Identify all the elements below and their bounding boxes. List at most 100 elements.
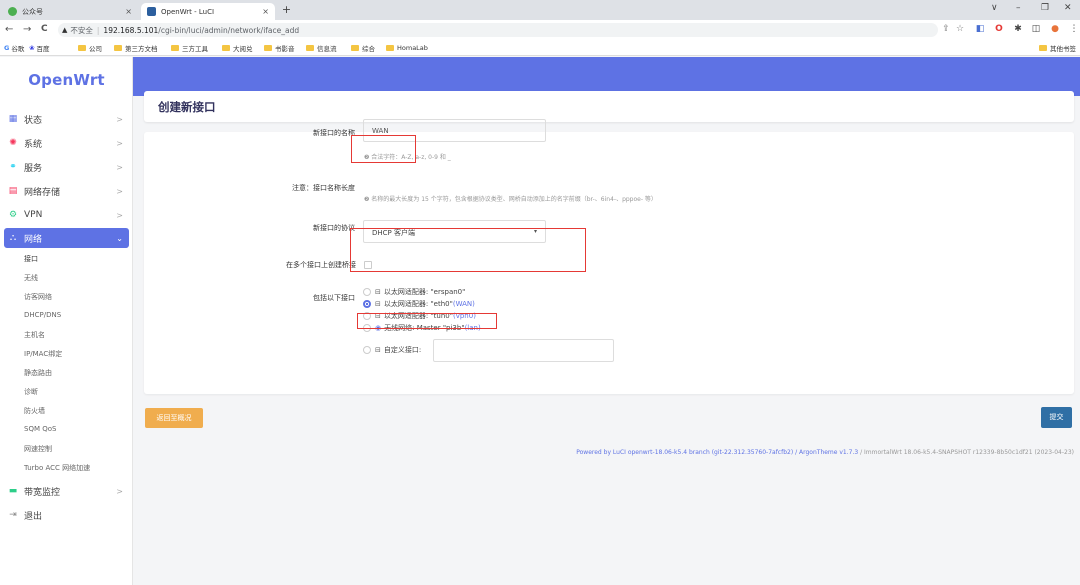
- url-field[interactable]: ▲ 不安全 | 192.168.5.101 /cgi-bin/luci/admi…: [58, 23, 938, 37]
- restore-icon[interactable]: ❐: [1041, 3, 1049, 13]
- custom-interface-input[interactable]: [433, 339, 614, 362]
- back-to-overview-button[interactable]: 返回至概况: [145, 408, 203, 428]
- folder-icon: [306, 45, 314, 51]
- close-icon[interactable]: ×: [262, 7, 269, 16]
- close-icon[interactable]: ×: [125, 7, 132, 16]
- bookmark-label: 信息流: [317, 45, 337, 53]
- protocol-label: 新接口的协议: [313, 224, 355, 232]
- bookmark-star-icon[interactable]: ☆: [955, 24, 965, 34]
- bookmark-google[interactable]: G 谷歌: [4, 43, 24, 53]
- opera-extension-icon[interactable]: O: [994, 24, 1004, 34]
- page-title: 创建新接口: [158, 100, 216, 114]
- sidebar-subitem-sqm[interactable]: SQM QoS: [24, 425, 56, 433]
- sidebar-subitem-dhcp[interactable]: DHCP/DNS: [24, 311, 61, 319]
- bookmark-folder[interactable]: 综合: [351, 43, 375, 53]
- submit-button[interactable]: 提交: [1041, 407, 1072, 428]
- menu-kebab-icon[interactable]: ⋮: [1069, 24, 1079, 34]
- sidebar-item-vpn[interactable]: ⚙ VPN >: [4, 205, 129, 225]
- bookmark-folder[interactable]: 三方工具: [171, 43, 208, 53]
- address-bar-row: ← → C ▲ 不安全 | 192.168.5.101 /cgi-bin/luc…: [0, 20, 1080, 40]
- folder-icon: [264, 45, 272, 51]
- sidebar-subitem-hostnames[interactable]: 主机名: [24, 330, 45, 340]
- bookmark-baidu[interactable]: ❀ 百度: [29, 43, 49, 53]
- storage-icon: ▤: [8, 186, 18, 196]
- name-length-note: ❷ 名称的最大长度为 15 个字符，包含根据协议类型、网桥自动添加上的名字前缀（…: [364, 196, 657, 203]
- bookmark-label: HomaLab: [397, 44, 428, 52]
- add-interface-form: 新接口的名称 WAN ❷ 合法字符：A-Z, a-z, 0-9 和 _ 注意：接…: [144, 119, 1074, 394]
- interface-option-label: 自定义接口:: [383, 345, 422, 354]
- gear-icon: ✺: [9, 138, 17, 148]
- sidebar-subitem-guest[interactable]: 访客网络: [24, 292, 52, 302]
- interface-option-custom[interactable]: ⊟ 自定义接口:: [363, 344, 421, 355]
- window-close-icon[interactable]: ✕: [1064, 3, 1072, 13]
- sidebar-item-storage[interactable]: ▤ 网络存储 >: [4, 181, 129, 201]
- bookmark-folder[interactable]: HomaLab: [386, 43, 428, 53]
- grid-icon: ▦: [8, 114, 18, 124]
- forward-arrow-icon[interactable]: →: [23, 23, 31, 36]
- luci-page: OpenWrt ▦ 状态 > ✺ 系统 > ⚭ 服务 > ▤ 网络存储 > ⚙ …: [0, 57, 1080, 585]
- monitor-icon: ▬: [8, 486, 18, 496]
- tab-search-icon[interactable]: ∨: [991, 3, 998, 13]
- other-bookmarks[interactable]: 其他书签: [1039, 43, 1076, 53]
- footer: Powered by LuCI openwrt-18.06-k5.4 branc…: [576, 449, 1074, 456]
- radio-button[interactable]: [363, 287, 371, 296]
- sidebar-item-services[interactable]: ⚭ 服务 >: [4, 157, 129, 177]
- sidebar-subitem-turboacc[interactable]: Turbo ACC 网络加速: [24, 463, 90, 473]
- side-panel-icon[interactable]: ◫: [1031, 24, 1041, 34]
- sidebar-item-logout[interactable]: ⇥ 退出: [4, 505, 129, 525]
- sidebar-item-bandwidth[interactable]: ▬ 带宽监控 >: [4, 481, 129, 501]
- sidebar-item-label: 退出: [24, 511, 43, 522]
- sidebar-item-status[interactable]: ▦ 状态 >: [4, 109, 129, 129]
- bookmark-folder[interactable]: 信息流: [306, 43, 337, 53]
- openwrt-logo[interactable]: OpenWrt: [0, 71, 133, 89]
- url-path: /cgi-bin/luci/admin/network/iface_add: [158, 25, 300, 35]
- bridge-label: 在多个接口上创建桥接: [286, 261, 356, 269]
- radio-button-checked[interactable]: [363, 299, 371, 308]
- reload-icon[interactable]: C: [41, 23, 48, 36]
- extensions-puzzle-icon[interactable]: ✱: [1013, 24, 1023, 34]
- bookmark-label: 百度: [36, 45, 50, 53]
- sidebar-subitem-diagnostics[interactable]: 诊断: [24, 387, 38, 397]
- security-label[interactable]: 不安全: [70, 25, 93, 36]
- sidebar-subitem-routes[interactable]: 静态路由: [24, 368, 52, 378]
- interface-option-label: 以太网适配器: "eth0": [383, 299, 453, 308]
- bookmark-folder[interactable]: 大阅兑: [222, 43, 253, 53]
- ethernet-icon: ⊟: [375, 287, 381, 296]
- radio-button[interactable]: [363, 345, 371, 354]
- new-tab-button[interactable]: +: [280, 4, 293, 17]
- chevron-right-icon: >: [116, 486, 123, 496]
- name-label: 新接口的名称: [313, 129, 355, 137]
- interface-option-eth0[interactable]: ⊟ 以太网适配器: "eth0" (WAN): [363, 298, 475, 309]
- folder-icon: [386, 45, 394, 51]
- sidebar-subitem-speed[interactable]: 网速控制: [24, 444, 52, 454]
- wechat-icon: [8, 7, 17, 16]
- profile-avatar-icon[interactable]: ●: [1050, 24, 1060, 34]
- interface-option-erspan0[interactable]: ⊟ 以太网适配器: "erspan0": [363, 286, 465, 297]
- footer-firmware: / ImmortalWrt 18.06-k5.4-SNAPSHOT r12339…: [858, 449, 1074, 456]
- translate-extension-icon[interactable]: ◧: [975, 24, 985, 34]
- bookmark-folder[interactable]: 书影音: [264, 43, 295, 53]
- bookmark-folder[interactable]: 公司: [78, 43, 102, 53]
- sidebar-item-system[interactable]: ✺ 系统 >: [4, 133, 129, 153]
- browser-tab-luci[interactable]: OpenWrt - LuCI ×: [141, 3, 275, 20]
- sidebar-subitem-firewall[interactable]: 防火墙: [24, 406, 45, 416]
- sidebar-subitem-wireless[interactable]: 无线: [24, 273, 38, 283]
- chevron-right-icon: >: [116, 138, 123, 148]
- bookmark-folder[interactable]: 第三方文档: [114, 43, 158, 53]
- browser-tab-wechat[interactable]: 公众号 ×: [2, 3, 138, 20]
- folder-icon: [171, 45, 179, 51]
- minimize-icon[interactable]: –: [1016, 3, 1021, 13]
- sidebar-item-label: 系统: [24, 139, 43, 150]
- bookmark-label: 第三方文档: [125, 45, 158, 53]
- sidebar-subitem-ipmac[interactable]: IP/MAC绑定: [24, 349, 62, 359]
- chevron-right-icon: >: [116, 162, 123, 172]
- openwrt-favicon-icon: [147, 7, 156, 16]
- share-page-icon[interactable]: ⇪: [941, 24, 951, 34]
- share-icon: ⚭: [9, 162, 17, 172]
- baidu-icon: ❀: [29, 44, 35, 52]
- back-arrow-icon[interactable]: ←: [5, 23, 13, 36]
- footer-powered-by[interactable]: Powered by LuCI openwrt-18.06-k5.4 branc…: [576, 449, 858, 456]
- sidebar-subitem-interfaces[interactable]: 接口: [24, 254, 38, 264]
- sidebar-item-label: 状态: [24, 115, 43, 126]
- sidebar-item-network[interactable]: ⛬ 网络 ⌄: [4, 228, 129, 248]
